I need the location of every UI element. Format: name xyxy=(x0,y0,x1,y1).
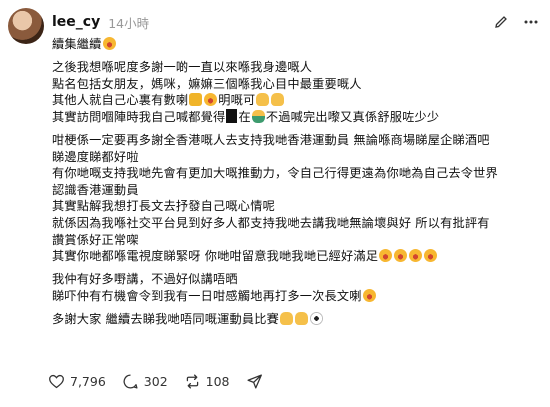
avatar[interactable] xyxy=(8,8,44,44)
like-count: 7,796 xyxy=(70,374,106,389)
laughing-emoji-icon xyxy=(204,93,218,107)
laughing-emoji-icon xyxy=(394,249,408,263)
comment-icon xyxy=(123,374,138,389)
post-actions: 7,796 302 108 xyxy=(48,373,263,390)
post-line: 有你哋嘅支持我哋先會有更加大嘅推動力，令自己行得更遠為你哋為自己去令世界 xyxy=(52,166,498,181)
laughing-emoji-icon xyxy=(362,288,376,302)
post-line: 咁梗係一定要再多謝全香港嘅人去支持我哋香港運動員 無論喺商場睇屋企睇酒吧 xyxy=(52,132,490,147)
laughing-emoji-icon xyxy=(102,37,116,50)
post-line: 續集繼續 xyxy=(52,36,542,53)
post-line: 就係因為我喺社交平台見到好多人都支持我哋去講我哋無論壞與好 所以有批評有 xyxy=(52,215,490,230)
post-line: 之後我想喺呢度多謝一啲一直以來喺我身邊嘅人 xyxy=(52,60,313,75)
comment-button[interactable]: 302 xyxy=(122,373,168,390)
username[interactable]: lee_cy xyxy=(52,14,100,30)
edit-icon[interactable] xyxy=(492,13,510,31)
post-line: 讚賞係好正常㗎 xyxy=(52,232,139,247)
comment-count: 302 xyxy=(143,374,168,389)
repost-icon xyxy=(186,374,198,389)
hand-emoji-icon xyxy=(256,93,270,107)
like-button[interactable]: 7,796 xyxy=(48,373,106,390)
laughing-emoji-icon xyxy=(424,249,438,263)
eye-emoji-icon xyxy=(310,311,324,325)
flexed-arm-emoji-icon xyxy=(280,311,294,325)
repost-button[interactable]: 108 xyxy=(184,373,230,390)
post-header: lee_cy 14小時 xyxy=(52,12,540,32)
more-options-icon[interactable] xyxy=(522,13,540,31)
post-line: 其他人就自己心裏有數喇 明嘅可 xyxy=(52,92,542,109)
post-line: 我仲有好多嘢講，不過好似講唔晒 xyxy=(52,272,238,287)
send-icon xyxy=(247,374,262,389)
post-line: 點名包括女朋友，媽咪，嫲嫲三個喺我心目中最重要嘅人 xyxy=(52,76,362,91)
medal-emoji-icon xyxy=(189,93,203,107)
hand-emoji-icon xyxy=(271,93,285,107)
post-line: 其實訪問嗰陣時我自己喊都覺得在不過喊完出嚟又真係舒服咗少少 xyxy=(52,108,440,124)
post-body: 續集繼續 之後我想喺呢度多謝一啲一直以來喺我身邊嘅人 點名包括女朋友，媽咪，嫲嫲… xyxy=(52,36,542,328)
post-line: 睇邊度睇都好啦 xyxy=(52,149,139,164)
flexed-arm-emoji-icon xyxy=(295,311,309,325)
repost-count: 108 xyxy=(205,374,230,389)
post-line: 其實你哋都喺電視度睇緊呀 你哋咁留意我哋我哋已經好滿足 xyxy=(52,248,542,265)
post-line: 其實點解我想打長文去抒發自己嘅心情呢 xyxy=(52,199,275,214)
post-line: 多謝大家 繼續去睇我哋唔同嘅運動員比賽 xyxy=(52,311,542,328)
heart-icon xyxy=(49,374,64,389)
header-actions xyxy=(492,13,540,31)
share-button[interactable] xyxy=(246,373,263,390)
post-line: 認識香港運動員 xyxy=(52,182,139,197)
laughing-emoji-icon xyxy=(379,249,393,263)
post-time: 14小時 xyxy=(108,15,150,31)
laughing-emoji-icon xyxy=(409,249,423,263)
post-line: 睇吓仲有冇機會令到我有一日咁感觸地再打多一次長文喇 xyxy=(52,288,542,305)
censored-block xyxy=(226,108,238,123)
person-emoji-icon xyxy=(251,109,265,123)
